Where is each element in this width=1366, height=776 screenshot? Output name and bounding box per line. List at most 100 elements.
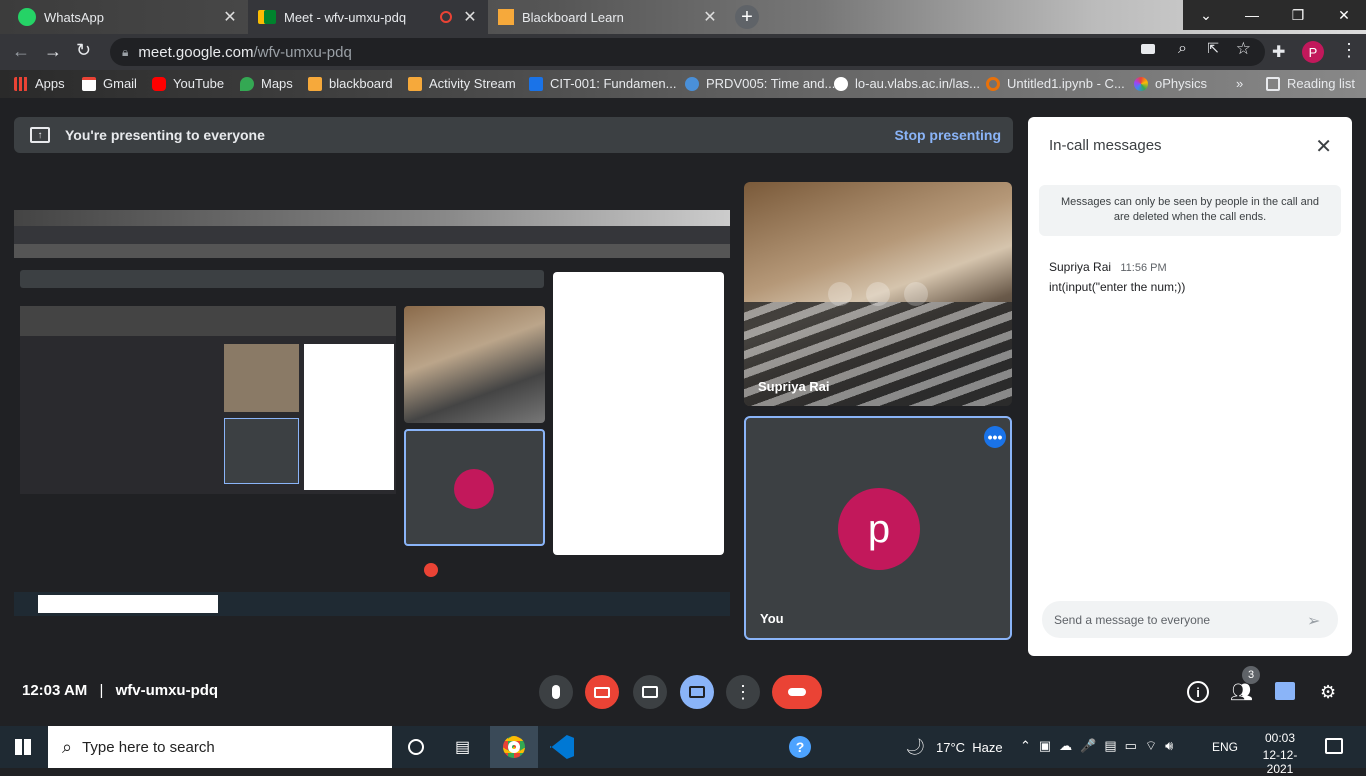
blackboard-icon — [408, 76, 422, 91]
shared-video-thumb — [224, 344, 299, 412]
task-view-icon[interactable]: ▤ — [455, 737, 470, 757]
mic-button[interactable] — [539, 675, 573, 709]
tab-blackboard[interactable]: Blackboard Learn ✕ — [488, 0, 728, 34]
people-icon[interactable]: 👥︎ — [1230, 682, 1253, 703]
zoom-icon[interactable]: ⌕ — [1178, 40, 1187, 58]
tab-whatsapp[interactable]: WhatsApp ✕ — [8, 0, 248, 34]
bookmark-blackboard[interactable]: blackboard — [308, 76, 393, 91]
bookmark-vlabs[interactable]: lo-au.vlabs.ac.in/las... — [834, 76, 980, 91]
captions-button[interactable] — [633, 675, 667, 709]
clock[interactable]: 00:03 12-12-2021 — [1250, 731, 1310, 776]
shared-taskbar — [14, 592, 730, 616]
pin-icon[interactable] — [828, 282, 852, 306]
camera-off-button[interactable] — [585, 675, 619, 709]
more-options-button[interactable]: ⋮ — [726, 675, 760, 709]
apps-grid-icon — [14, 76, 28, 91]
activities-icon[interactable]: ⚙︎ — [1320, 682, 1336, 703]
windows-taskbar: ⌕ Type here to search ▤ ? 🌙︎ 17°C Haze ⌃… — [0, 726, 1366, 776]
presenting-text: You're presenting to everyone — [65, 127, 265, 143]
tab-label: Meet - wfv-umxu-pdq — [284, 9, 407, 25]
new-tab-button[interactable]: + — [735, 5, 759, 29]
address-bar[interactable]: 🔒︎ meet.google.com/wfv-umxu-pdq ⌕ ⇱ ☆ — [110, 38, 1265, 66]
menu-icon[interactable]: ⋮ — [1340, 40, 1358, 61]
recording-icon — [440, 11, 452, 23]
maps-icon — [240, 76, 254, 91]
colab-icon — [986, 76, 1000, 91]
reading-list[interactable]: Reading list — [1266, 76, 1355, 91]
present-screen-icon — [689, 686, 705, 698]
system-tray-icons[interactable]: ⌃▣☁🎤▤▭⌔🔊︎ — [1020, 738, 1181, 754]
language-indicator[interactable]: ENG — [1212, 740, 1238, 754]
message-time: 11:56 PM — [1120, 262, 1167, 274]
shared-tab-strip — [14, 210, 730, 226]
reload-button[interactable]: ↻ — [76, 40, 91, 61]
remove-icon[interactable] — [904, 282, 928, 306]
shared-nested-screen — [20, 306, 396, 494]
mic-icon[interactable] — [866, 282, 890, 306]
taskbar-search[interactable]: ⌕ Type here to search — [48, 726, 392, 768]
leave-call-button[interactable] — [772, 675, 822, 709]
camera-icon[interactable] — [1141, 44, 1155, 54]
bookmark-colab[interactable]: Untitled1.ipynb - C... — [986, 76, 1125, 91]
presenting-banner: ↑ You're presenting to everyone Stop pre… — [14, 117, 1013, 153]
bookmarks-overflow[interactable]: » — [1236, 76, 1243, 91]
bookmark-cit001[interactable]: CIT-001: Fundamen... — [529, 76, 676, 91]
meet-main: ↑ You're presenting to everyone Stop pre… — [0, 98, 1366, 726]
bookmark-ophysics[interactable]: oPhysics — [1134, 76, 1207, 91]
close-icon[interactable]: ✕ — [462, 7, 478, 27]
participant-name: Supriya Rai — [758, 379, 830, 394]
bookmark-star-icon[interactable]: ☆ — [1236, 39, 1251, 59]
help-icon[interactable]: ? — [789, 736, 811, 758]
message-input[interactable]: Send a message to everyone — [1042, 601, 1338, 638]
cortana-icon[interactable] — [408, 739, 424, 755]
shared-bottom-bar — [14, 560, 730, 580]
send-icon[interactable]: ➢ — [1307, 611, 1320, 631]
back-button[interactable]: ← — [12, 41, 30, 62]
chrome-taskbar-icon[interactable] — [490, 726, 538, 768]
close-window-button[interactable]: ✕ — [1321, 0, 1366, 30]
notifications-icon[interactable] — [1325, 738, 1343, 754]
participant-tile-you[interactable]: ••• p You — [744, 416, 1012, 640]
url-path: /wfv-umxu-pdq — [253, 43, 352, 61]
close-icon[interactable]: ✕ — [702, 7, 718, 27]
bookmarks-bar: Apps Gmail YouTube Maps blackboard Activ… — [0, 70, 1366, 98]
share-icon[interactable]: ⇱ — [1207, 40, 1219, 57]
tab-search-button[interactable]: ⌄ — [1183, 0, 1229, 30]
chat-icon[interactable] — [1275, 682, 1295, 700]
meeting-code: wfv-umxu-pdq — [115, 682, 219, 699]
bookmark-youtube[interactable]: YouTube — [152, 76, 224, 91]
whatsapp-icon — [18, 8, 36, 26]
bookmark-activity-stream[interactable]: Activity Stream — [408, 76, 516, 91]
bookmark-prdv005[interactable]: PRDV005: Time and... — [685, 76, 835, 91]
extensions-icon[interactable]: ✚ — [1272, 42, 1285, 62]
tab-meet[interactable]: Meet - wfv-umxu-pdq ✕ — [248, 0, 488, 34]
forward-button[interactable]: → — [44, 41, 62, 62]
meeting-details-icon[interactable]: i — [1187, 681, 1209, 703]
message-sender: Supriya Rai — [1049, 260, 1112, 274]
chat-message: Supriya Rai 11:56 PM int(input("enter th… — [1049, 260, 1185, 294]
lock-icon: 🔒︎ — [122, 44, 129, 59]
vscode-taskbar-icon[interactable] — [550, 735, 574, 759]
present-screen-icon: ↑ — [30, 127, 50, 143]
close-icon[interactable]: ✕ — [1315, 134, 1332, 159]
bookmark-maps[interactable]: Maps — [240, 76, 293, 91]
restore-button[interactable]: ❐ — [1275, 0, 1321, 30]
shared-toolbar — [14, 226, 730, 244]
bookmark-gmail[interactable]: Gmail — [82, 76, 137, 91]
more-options-icon[interactable]: ••• — [984, 426, 1006, 448]
close-icon[interactable]: ✕ — [222, 7, 238, 27]
profile-avatar[interactable]: P — [1302, 41, 1324, 63]
course-icon — [685, 76, 699, 91]
minimize-button[interactable]: — — [1229, 0, 1275, 30]
youtube-icon — [152, 76, 166, 91]
present-button[interactable] — [680, 675, 714, 709]
messages-notice: Messages can only be seen by people in t… — [1039, 185, 1341, 236]
windows-start-icon[interactable] — [15, 739, 31, 755]
bookmark-apps[interactable]: Apps — [14, 76, 65, 91]
end-call-icon — [788, 688, 806, 696]
avatar: p — [838, 488, 920, 570]
meeting-time: 12:03 AM — [22, 682, 88, 699]
globe-icon — [834, 76, 848, 91]
participant-tile-supriya[interactable]: Supriya Rai — [744, 182, 1012, 406]
stop-presenting-button[interactable]: Stop presenting — [894, 127, 1001, 143]
